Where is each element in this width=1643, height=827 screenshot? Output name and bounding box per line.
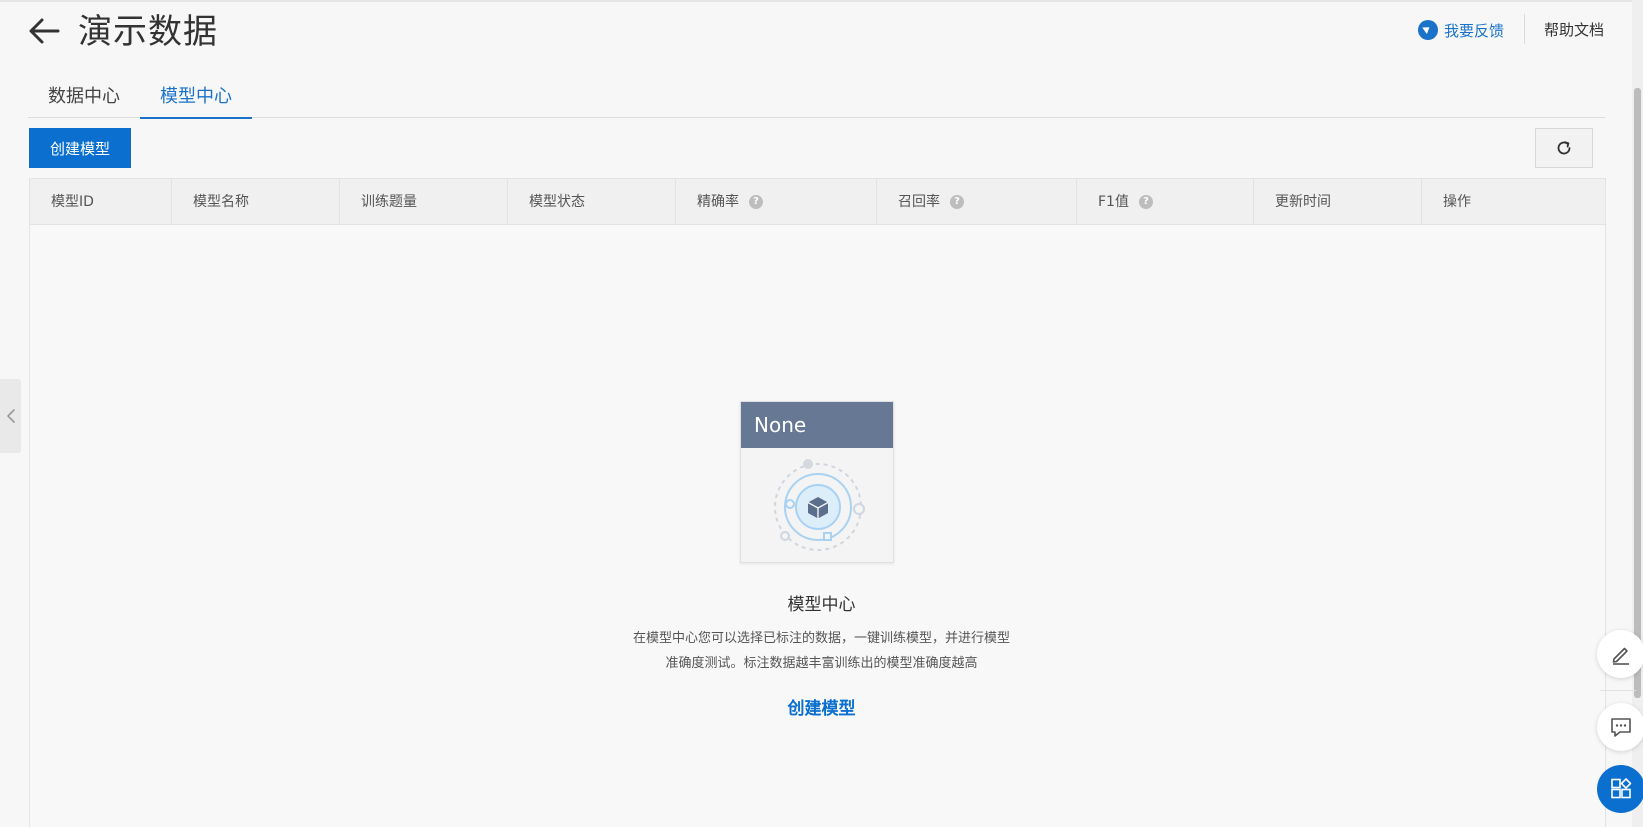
feedback-label: 我要反馈 bbox=[1444, 21, 1505, 40]
feedback-link[interactable]: 我要反馈 bbox=[1418, 19, 1504, 41]
empty-desc-line-2: 准确度测试。标注数据越丰富训练出的模型准确度越高 bbox=[665, 656, 978, 671]
feedback-icon bbox=[1418, 20, 1438, 40]
help-icon[interactable]: ? bbox=[950, 195, 964, 209]
refresh-icon bbox=[1557, 141, 1571, 155]
page-header: 演示数据 我要反馈 帮助文档 bbox=[0, 0, 1643, 66]
empty-state-create-link: 创建模型 bbox=[0, 694, 1643, 719]
column-header-precision: 精确率? bbox=[676, 179, 877, 225]
column-header-f1: F1值? bbox=[1077, 179, 1254, 225]
column-header-update-time: 更新时间 bbox=[1254, 179, 1422, 225]
tab-bar: 数据中心 模型中心 bbox=[28, 76, 1605, 119]
chevron-left-icon bbox=[6, 409, 15, 423]
vertical-scrollbar[interactable] bbox=[1632, 0, 1643, 827]
sidebar-collapse-handle[interactable] bbox=[0, 379, 21, 453]
edit-icon bbox=[1612, 647, 1629, 665]
back-arrow-icon[interactable] bbox=[26, 16, 62, 46]
empty-card-header: None bbox=[741, 402, 893, 448]
column-header-model-id: 模型ID bbox=[30, 179, 172, 225]
help-docs-link[interactable]: 帮助文档 bbox=[1544, 19, 1604, 40]
scrollbar-thumb[interactable] bbox=[1634, 88, 1641, 698]
apps-icon bbox=[1611, 778, 1632, 799]
create-model-button[interactable]: 创建模型 bbox=[29, 128, 131, 168]
column-header-recall: 召回率? bbox=[877, 179, 1077, 225]
edit-float-button[interactable] bbox=[1597, 630, 1643, 678]
header-divider bbox=[1524, 14, 1525, 44]
empty-state-description: 在模型中心您可以选择已标注的数据，一键训练模型，并进行模型 准确度测试。标注数据… bbox=[0, 626, 1643, 676]
tab-model-center[interactable]: 模型中心 bbox=[140, 76, 252, 119]
chat-float-button[interactable] bbox=[1597, 703, 1643, 751]
side-separator bbox=[1600, 690, 1636, 691]
column-header-actions: 操作 bbox=[1443, 194, 1471, 210]
empty-state-card: None bbox=[740, 401, 894, 563]
chat-icon bbox=[1611, 718, 1631, 737]
table-header: 模型ID 模型名称 训练题量 模型状态 精确率? 召回率? F1值? 更新时间 … bbox=[30, 179, 1605, 225]
help-icon[interactable]: ? bbox=[1138, 195, 1153, 209]
tab-data-center[interactable]: 数据中心 bbox=[28, 76, 140, 118]
help-icon[interactable]: ? bbox=[749, 195, 763, 209]
apps-float-button[interactable] bbox=[1597, 765, 1643, 813]
model-cube-icon bbox=[774, 459, 865, 551]
empty-desc-line-1: 在模型中心您可以选择已标注的数据，一键训练模型，并进行模型 bbox=[632, 631, 1010, 646]
column-header-model-status: 模型状态 bbox=[508, 179, 676, 225]
refresh-button[interactable] bbox=[1535, 128, 1593, 168]
column-header-model-name: 模型名称 bbox=[172, 179, 340, 225]
empty-create-model-link[interactable]: 创建模型 bbox=[788, 699, 856, 719]
column-header-training-count: 训练题量 bbox=[340, 179, 508, 225]
page-title: 演示数据 bbox=[78, 12, 218, 52]
empty-state-title: 模型中心 bbox=[787, 595, 856, 615]
